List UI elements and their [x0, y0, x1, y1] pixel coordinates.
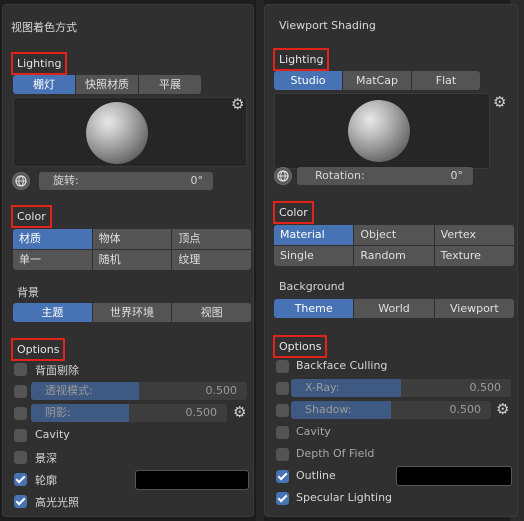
matcap-sphere — [86, 102, 148, 164]
background-header: Background — [279, 280, 345, 293]
lighting-mode-flat[interactable]: Flat — [412, 71, 480, 90]
background-viewport — [256, 0, 264, 521]
cavity-checkbox[interactable] — [14, 429, 27, 442]
specular-lighting-label: 高光光照 — [35, 496, 79, 509]
viewport-shading-panel-en: Viewport Shading Lighting Studio MatCap … — [264, 4, 518, 517]
specular-lighting-checkbox[interactable] — [276, 492, 289, 505]
cavity-label: Cavity — [296, 425, 331, 438]
shadow-settings-gear-icon[interactable]: ⚙ — [233, 405, 246, 420]
xray-value: 0.500 — [205, 384, 238, 397]
background-selector: Theme World Viewport — [274, 299, 514, 318]
outline-checkbox[interactable] — [276, 470, 289, 483]
options-header: Options — [11, 338, 66, 361]
lighting-mode-studio[interactable]: 棚灯 — [13, 75, 76, 94]
xray-checkbox[interactable] — [14, 385, 27, 398]
color-material[interactable]: Material — [274, 225, 354, 245]
color-vertex[interactable]: 顶点 — [172, 229, 251, 249]
lighting-mode-selector: Studio MatCap Flat — [274, 71, 480, 90]
shadow-slider[interactable]: Shadow: 0.500 — [291, 401, 491, 419]
cavity-checkbox[interactable] — [276, 426, 289, 439]
depth-of-field-checkbox[interactable] — [14, 451, 27, 464]
world-space-lighting-icon[interactable] — [12, 172, 30, 190]
color-single[interactable]: 单一 — [13, 250, 92, 270]
color-object[interactable]: 物体 — [92, 229, 172, 249]
viewport-shading-panel-zh: 视图着色方式 Lighting 棚灯 快照材质 平展 ⚙ 旋转: 0° Colo… — [2, 4, 254, 517]
rotation-value: 0° — [450, 169, 464, 182]
outline-label: 轮廓 — [35, 474, 57, 487]
lighting-mode-studio[interactable]: Studio — [274, 71, 343, 90]
backface-culling-checkbox[interactable] — [14, 363, 27, 376]
rotation-value: 0° — [190, 174, 204, 187]
shadow-slider[interactable]: 阴影: 0.500 — [31, 404, 227, 422]
backface-culling-checkbox[interactable] — [276, 360, 289, 373]
options-header: Options — [273, 335, 328, 358]
panel-title: 视图着色方式 — [11, 21, 77, 34]
depth-of-field-label: 景深 — [35, 452, 57, 465]
color-options-grid: 材质 物体 顶点 单一 随机 纹理 — [13, 229, 251, 270]
background-world[interactable]: World — [354, 299, 435, 318]
xray-value: 0.500 — [469, 381, 502, 394]
xray-slider[interactable]: X-Ray: 0.500 — [291, 379, 511, 397]
color-texture[interactable]: 纹理 — [172, 250, 251, 270]
color-material[interactable]: 材质 — [13, 229, 92, 249]
shadow-value: 0.500 — [185, 406, 218, 419]
rotation-field[interactable]: Rotation: 0° — [297, 167, 473, 185]
gear-icon[interactable]: ⚙ — [231, 97, 244, 112]
backface-culling-label: 背面剔除 — [35, 364, 79, 377]
color-options-grid: Material Object Vertex Single Random Tex… — [274, 225, 514, 266]
world-space-lighting-icon[interactable] — [274, 167, 292, 185]
color-object[interactable]: Object — [354, 225, 434, 245]
outline-color-swatch[interactable] — [135, 470, 249, 490]
gear-icon[interactable]: ⚙ — [493, 95, 506, 110]
xray-label: X-Ray: — [305, 381, 340, 394]
specular-lighting-label: Specular Lighting — [296, 491, 393, 504]
rotation-field[interactable]: 旋转: 0° — [39, 172, 213, 190]
color-vertex[interactable]: Vertex — [434, 225, 514, 245]
outline-label: Outline — [296, 469, 336, 482]
lighting-mode-flat[interactable]: 平展 — [139, 75, 201, 94]
lighting-header: Lighting — [11, 52, 68, 75]
background-theme[interactable]: Theme — [274, 299, 355, 318]
shadow-value: 0.500 — [449, 403, 482, 416]
background-header: 背景 — [17, 286, 39, 299]
studio-light-preview[interactable] — [274, 93, 490, 169]
lighting-mode-selector: 棚灯 快照材质 平展 — [13, 75, 201, 94]
outline-color-swatch[interactable] — [396, 466, 512, 486]
background-viewport[interactable]: Viewport — [434, 299, 514, 318]
depth-of-field-checkbox[interactable] — [276, 448, 289, 461]
color-texture[interactable]: Texture — [434, 246, 514, 266]
shadow-label: 阴影: — [45, 406, 71, 419]
lighting-mode-matcap[interactable]: 快照材质 — [76, 75, 139, 94]
color-random[interactable]: Random — [354, 246, 434, 266]
rotation-label: Rotation: — [315, 169, 365, 182]
backface-culling-label: Backface Culling — [296, 359, 388, 372]
xray-checkbox[interactable] — [276, 382, 289, 395]
studio-light-preview[interactable] — [13, 97, 247, 167]
color-header: Color — [273, 201, 314, 224]
lighting-header: Lighting — [273, 48, 330, 71]
rotation-label: 旋转: — [53, 174, 79, 187]
color-header: Color — [11, 205, 52, 228]
lighting-mode-matcap[interactable]: MatCap — [343, 71, 412, 90]
depth-of-field-label: Depth Of Field — [296, 447, 375, 460]
cavity-label: Cavity — [35, 428, 70, 441]
panel-title: Viewport Shading — [279, 19, 376, 32]
xray-label: 透视模式: — [45, 384, 93, 397]
background-selector: 主题 世界环境 视图 — [13, 303, 252, 322]
shadow-label: Shadow: — [305, 403, 352, 416]
shadow-checkbox[interactable] — [276, 404, 289, 417]
specular-lighting-checkbox[interactable] — [14, 495, 27, 508]
background-viewport[interactable]: 视图 — [172, 303, 252, 322]
background-theme[interactable]: 主题 — [13, 303, 93, 322]
color-single[interactable]: Single — [274, 246, 354, 266]
outline-checkbox[interactable] — [14, 473, 27, 486]
shadow-settings-gear-icon[interactable]: ⚙ — [496, 402, 509, 417]
xray-slider[interactable]: 透视模式: 0.500 — [31, 382, 247, 400]
shadow-checkbox[interactable] — [14, 407, 27, 420]
color-random[interactable]: 随机 — [92, 250, 172, 270]
matcap-sphere — [348, 100, 410, 162]
background-world[interactable]: 世界环境 — [92, 303, 173, 322]
